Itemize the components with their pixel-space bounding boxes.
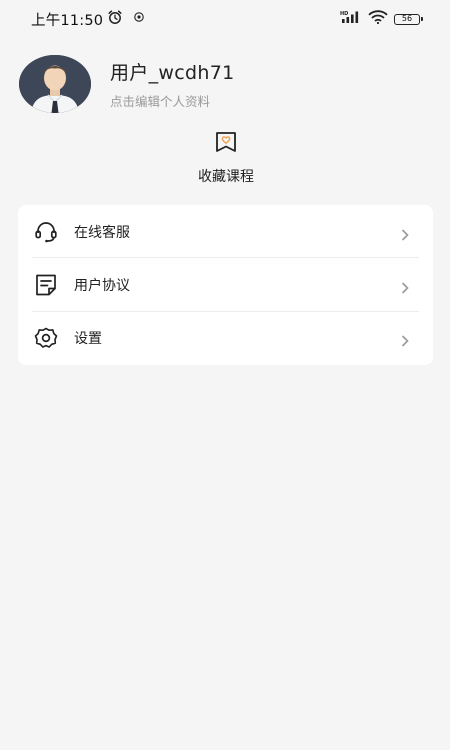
status-bar: 上午11:50 HD 56 — [0, 0, 450, 38]
menu-item-user-agreement[interactable]: 用户协议 — [18, 258, 433, 312]
edit-profile-hint: 点击编辑个人资料 — [110, 94, 211, 109]
profile-text[interactable]: 用户_wcdh71 点击编辑个人资料 — [110, 58, 234, 110]
menu-card: 在线客服 用户协议 设置 — [18, 205, 433, 365]
battery-level: 56 — [401, 14, 413, 23]
menu-item-settings[interactable]: 设置 — [18, 312, 433, 365]
svg-text:HD: HD — [340, 11, 348, 17]
eye-icon — [133, 11, 145, 27]
menu-item-online-service[interactable]: 在线客服 — [18, 205, 433, 259]
status-left: 上午11:50 — [31, 9, 145, 30]
chevron-right-icon — [401, 226, 409, 245]
chevron-right-icon — [401, 279, 409, 298]
wifi-icon — [368, 10, 388, 28]
menu-item-label: 在线客服 — [74, 224, 130, 241]
avatar[interactable] — [19, 55, 91, 113]
chevron-right-icon — [401, 332, 409, 351]
status-time: 上午11:50 — [31, 12, 104, 29]
menu-item-label: 用户协议 — [74, 277, 130, 294]
menu-item-label: 设置 — [74, 331, 102, 348]
hd-signal-icon: HD — [340, 10, 362, 28]
profile-header[interactable]: 用户_wcdh71 点击编辑个人资料 — [19, 55, 234, 113]
document-icon — [34, 273, 58, 297]
favorite-courses-label: 收藏课程 — [198, 169, 254, 185]
alarm-icon — [107, 9, 123, 29]
gear-icon — [34, 326, 58, 350]
bookmark-heart-icon — [214, 130, 238, 158]
battery-icon: 56 — [394, 13, 423, 25]
favorite-courses-button[interactable]: 收藏课程 — [181, 130, 271, 186]
headset-icon — [34, 220, 58, 244]
status-right: HD 56 — [340, 10, 423, 28]
username: 用户_wcdh71 — [110, 62, 235, 84]
